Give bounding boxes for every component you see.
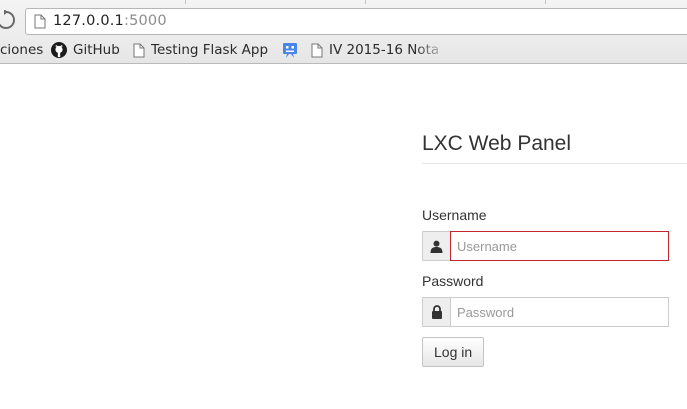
url-port: :5000 bbox=[123, 13, 167, 29]
github-icon bbox=[51, 42, 67, 58]
bookmark-item-partial[interactable]: ciones bbox=[0, 40, 43, 60]
username-input-group bbox=[422, 231, 669, 261]
browser-toolbar: 127.0.0.1:5000 ciones GitHub Testing Fla… bbox=[0, 0, 687, 64]
bookmark-item-github[interactable]: GitHub bbox=[51, 40, 120, 60]
login-button[interactable]: Log in bbox=[422, 337, 485, 367]
robot-icon bbox=[283, 43, 297, 58]
tab-divider bbox=[545, 0, 546, 4]
address-bar[interactable]: 127.0.0.1:5000 bbox=[25, 8, 687, 35]
lock-icon-addon bbox=[422, 297, 450, 327]
login-panel: LXC Web Panel Username Password Log in bbox=[422, 127, 687, 367]
bookmark-label: ciones bbox=[0, 42, 44, 58]
bookmark-label: IV 2015-16 Nota bbox=[329, 42, 440, 58]
page-icon bbox=[311, 43, 323, 57]
lock-icon bbox=[431, 305, 442, 319]
tab-divider bbox=[185, 0, 186, 4]
bookmarks-bar: ciones GitHub Testing Flask App IV 2015-… bbox=[0, 38, 687, 60]
page-icon bbox=[133, 43, 145, 57]
password-label: Password bbox=[422, 273, 484, 289]
password-input-group bbox=[422, 297, 669, 327]
bookmark-item-robot[interactable] bbox=[283, 40, 303, 60]
username-label: Username bbox=[422, 207, 487, 223]
bookmark-label: Testing Flask App bbox=[151, 42, 269, 58]
url-text: 127.0.0.1:5000 bbox=[53, 13, 167, 29]
page-title: LXC Web Panel bbox=[422, 127, 687, 164]
bookmark-label: GitHub bbox=[73, 42, 120, 58]
bookmark-item-testing-flask[interactable]: Testing Flask App bbox=[133, 40, 268, 60]
username-input[interactable] bbox=[450, 231, 669, 261]
url-host: 127.0.0.1 bbox=[53, 13, 124, 29]
password-input[interactable] bbox=[450, 297, 669, 327]
tab-divider bbox=[365, 0, 366, 4]
reload-icon[interactable] bbox=[0, 10, 16, 30]
bookmark-item-iv-notas[interactable]: IV 2015-16 Nota bbox=[311, 40, 449, 60]
user-icon-addon bbox=[422, 231, 450, 261]
user-icon bbox=[430, 240, 443, 253]
page-icon bbox=[34, 14, 46, 29]
